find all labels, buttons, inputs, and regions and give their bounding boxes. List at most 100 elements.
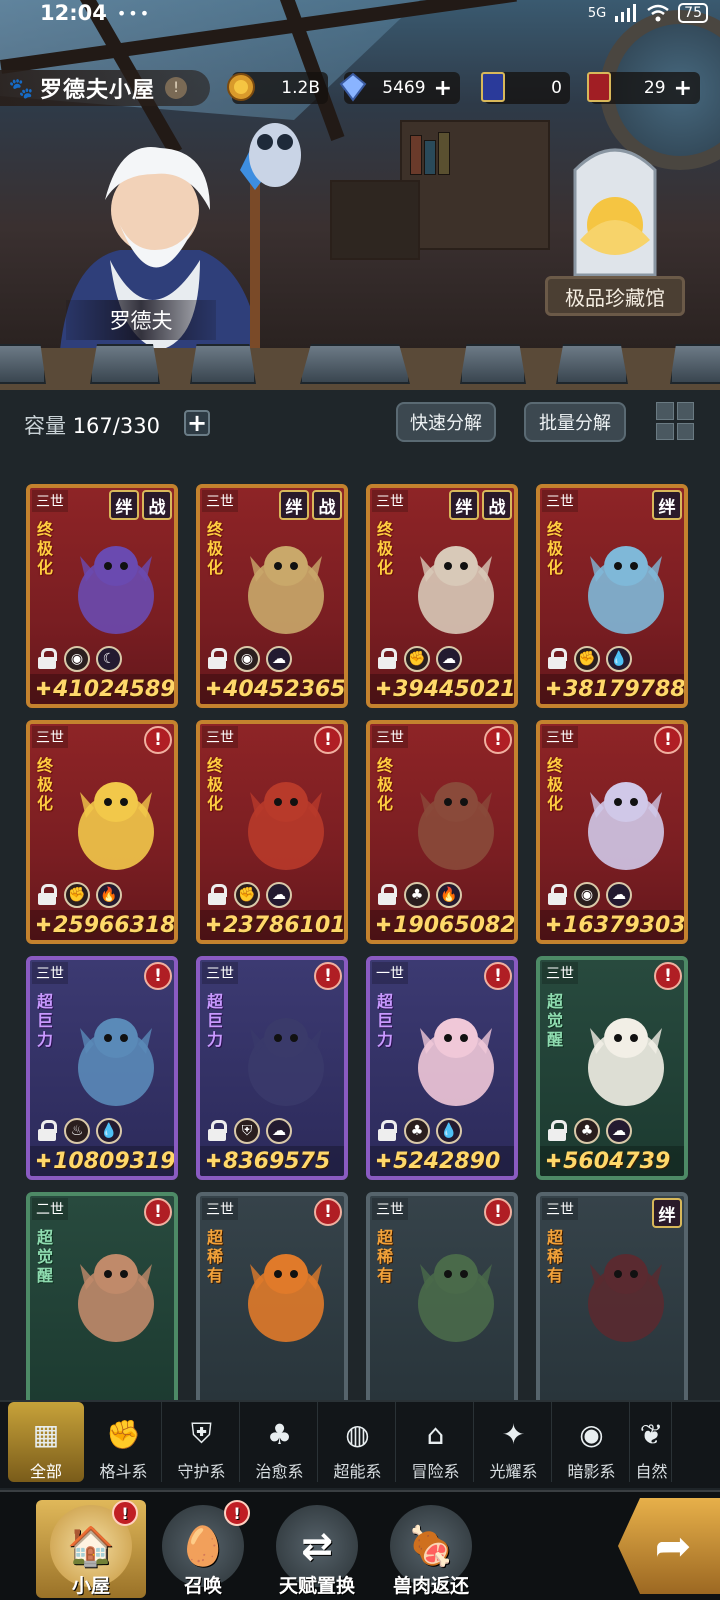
monster-card[interactable]: 三世 终极化 绊 ✊ 💧 ✚ 38179788 xyxy=(536,484,688,708)
nav-meat-refund[interactable]: 🍖 兽肉返还 xyxy=(376,1500,486,1598)
monster-card[interactable]: 三世 终极化 绊战 ◉ ☾ ✚ 41024589 xyxy=(26,484,178,708)
generation-label: 三世 xyxy=(372,726,408,748)
generation-label: 三世 xyxy=(372,490,408,512)
status-bar: 12:04 ••• 5G 75 xyxy=(0,0,720,26)
monster-card[interactable]: 三世 超稀有 绊 xyxy=(536,1192,688,1416)
bottom-nav: 🏠 小屋 ! 🥚 召唤 ! ⇄ 天赋置换 🍖 兽肉返还 xyxy=(0,1490,720,1600)
element-icon: 🔥 xyxy=(96,882,122,908)
quick-decompose-button[interactable]: 快速分解 xyxy=(396,402,496,442)
battery-icon: 75 xyxy=(678,3,708,23)
monster-portrait xyxy=(230,526,342,644)
filter-leaf[interactable]: ❦ 自然 xyxy=(632,1402,672,1482)
filter-star-burst[interactable]: ✦ 光耀系 xyxy=(476,1402,552,1482)
crystal-add-button[interactable]: + xyxy=(434,76,452,101)
rank-label: 超稀有 xyxy=(206,1228,223,1285)
lock-icon[interactable] xyxy=(206,648,228,670)
monster-card[interactable]: 三世 终极化 ! ✊ 🔥 ✚ 25966318 xyxy=(26,720,178,944)
card-footer: ⛨ ☁ xyxy=(200,1116,344,1146)
monster-card[interactable]: 三世 超稀有 ! xyxy=(366,1192,518,1416)
star-burst-icon: ✦ xyxy=(501,1417,526,1451)
cabin-scene: 罗德夫 极品珍藏馆 xyxy=(0,0,720,350)
batch-decompose-label: 批量分解 xyxy=(539,413,611,434)
lock-icon[interactable] xyxy=(546,648,568,670)
monster-portrait xyxy=(400,526,512,644)
card-footer: ✊ ☁ xyxy=(200,880,344,910)
filter-shield[interactable]: ⛨ 守护系 xyxy=(164,1402,240,1482)
lock-icon[interactable] xyxy=(376,1120,398,1142)
filter-blocks[interactable]: ▦ 全部 xyxy=(8,1402,84,1482)
crystal-icon xyxy=(336,70,370,104)
element-icon: ♣ xyxy=(574,1118,600,1144)
monster-card[interactable]: 三世 超觉醒 ! ♣ ☁ ✚ 5604739 xyxy=(536,956,688,1180)
lantern-icon: ⌂ xyxy=(426,1417,445,1451)
element-icon: ☁ xyxy=(266,1118,292,1144)
expand-capacity-button[interactable]: + xyxy=(184,409,210,437)
monster-card[interactable]: 三世 超稀有 ! xyxy=(196,1192,348,1416)
trait-tag: 战 xyxy=(142,490,172,520)
gold-counter: 1.2B xyxy=(227,72,328,104)
element-icon: ⛨ xyxy=(234,1118,260,1144)
lock-icon[interactable] xyxy=(36,1120,58,1142)
monster-card[interactable]: 三世 终极化 ! ◉ ☁ ✚ 16379303 xyxy=(536,720,688,944)
card-tags: ! xyxy=(654,726,682,754)
power-value: 10809319 xyxy=(53,1148,176,1174)
generation-label: 三世 xyxy=(202,962,238,984)
resource-bar: 🐾 罗德夫小屋 ! 1.2B 5469 + 0 29 + xyxy=(0,70,720,106)
monster-card[interactable]: 三世 超巨力 ! ♨ 💧 ✚ 10809319 xyxy=(26,956,178,1180)
power-icon: ✚ xyxy=(376,678,392,700)
grid-view-icon[interactable] xyxy=(656,402,694,440)
lock-icon[interactable] xyxy=(206,1120,228,1142)
desk xyxy=(330,180,420,260)
lock-icon[interactable] xyxy=(546,1120,568,1142)
monster-card[interactable]: 三世 超巨力 ! ⛨ ☁ ✚ 8369575 xyxy=(196,956,348,1180)
owl-figure xyxy=(249,123,301,187)
monster-portrait xyxy=(60,1234,172,1352)
trait-tag: 绊 xyxy=(449,490,479,520)
filter-alien[interactable]: ◍ 超能系 xyxy=(320,1402,396,1482)
lock-icon[interactable] xyxy=(376,648,398,670)
nav-summon[interactable]: 🥚 召唤 ! xyxy=(148,1500,258,1598)
filter-label: 守护系 xyxy=(177,1462,226,1481)
alien-icon: ◍ xyxy=(345,1417,370,1451)
monster-card[interactable]: 三世 终极化 绊战 ✊ ☁ ✚ 39445021 xyxy=(366,484,518,708)
filter-label: 格斗系 xyxy=(99,1462,148,1481)
monster-card[interactable]: 三世 终极化 ! ✊ ☁ ✚ 23786101 xyxy=(196,720,348,944)
trait-tag: 绊 xyxy=(109,490,139,520)
game-screen: { "status_bar": {"time": "12:04", "dots"… xyxy=(0,0,720,1600)
combat-power: ✚ 25966318 xyxy=(30,910,174,940)
generation-label: 三世 xyxy=(202,726,238,748)
monster-card[interactable]: 三世 终极化 ! ♣ 🔥 ✚ 19065082 xyxy=(366,720,518,944)
lock-icon[interactable] xyxy=(206,884,228,906)
lock-icon[interactable] xyxy=(36,648,58,670)
combat-power: ✚ 39445021 xyxy=(370,674,514,704)
lock-icon[interactable] xyxy=(36,884,58,906)
location-tag[interactable]: 🐾 罗德夫小屋 ! xyxy=(0,70,210,106)
monster-card[interactable]: 三世 终极化 绊战 ◉ ☁ ✚ 40452365 xyxy=(196,484,348,708)
monster-portrait xyxy=(230,762,342,880)
status-right: 5G 75 xyxy=(588,3,708,23)
monster-card[interactable]: 二世 超觉醒 ! xyxy=(26,1192,178,1416)
nav-cabin[interactable]: 🏠 小屋 ! xyxy=(36,1500,146,1598)
filter-sprout[interactable]: ♣ 治愈系 xyxy=(242,1402,318,1482)
info-icon[interactable]: ! xyxy=(165,77,188,99)
museum-button[interactable]: 极品珍藏馆 xyxy=(545,276,685,316)
filter-eye[interactable]: ◉ 暗影系 xyxy=(554,1402,630,1482)
golden-throne[interactable] xyxy=(560,140,670,280)
lock-icon[interactable] xyxy=(546,884,568,906)
nav-talent-exchange[interactable]: ⇄ 天赋置换 xyxy=(262,1500,372,1598)
alert-badge: ! xyxy=(224,1500,250,1526)
filter-lantern[interactable]: ⌂ 冒险系 xyxy=(398,1402,474,1482)
alert-badge: ! xyxy=(484,726,512,754)
ticket-card-icon xyxy=(476,70,510,104)
lock-icon[interactable] xyxy=(376,884,398,906)
rank-label: 超觉醒 xyxy=(546,992,563,1049)
monster-card[interactable]: 一世 超巨力 ! ♣ 💧 ✚ 5242890 xyxy=(366,956,518,1180)
filter-fist[interactable]: ✊ 格斗系 xyxy=(86,1402,162,1482)
combat-power: ✚ 8369575 xyxy=(200,1146,344,1176)
monster-portrait xyxy=(60,526,172,644)
card-tags: ! xyxy=(484,962,512,990)
gold-card-add-button[interactable]: + xyxy=(674,76,692,101)
batch-decompose-button[interactable]: 批量分解 xyxy=(524,402,626,442)
combat-power: ✚ 5604739 xyxy=(540,1146,684,1176)
card-tags: ! xyxy=(314,1198,342,1226)
